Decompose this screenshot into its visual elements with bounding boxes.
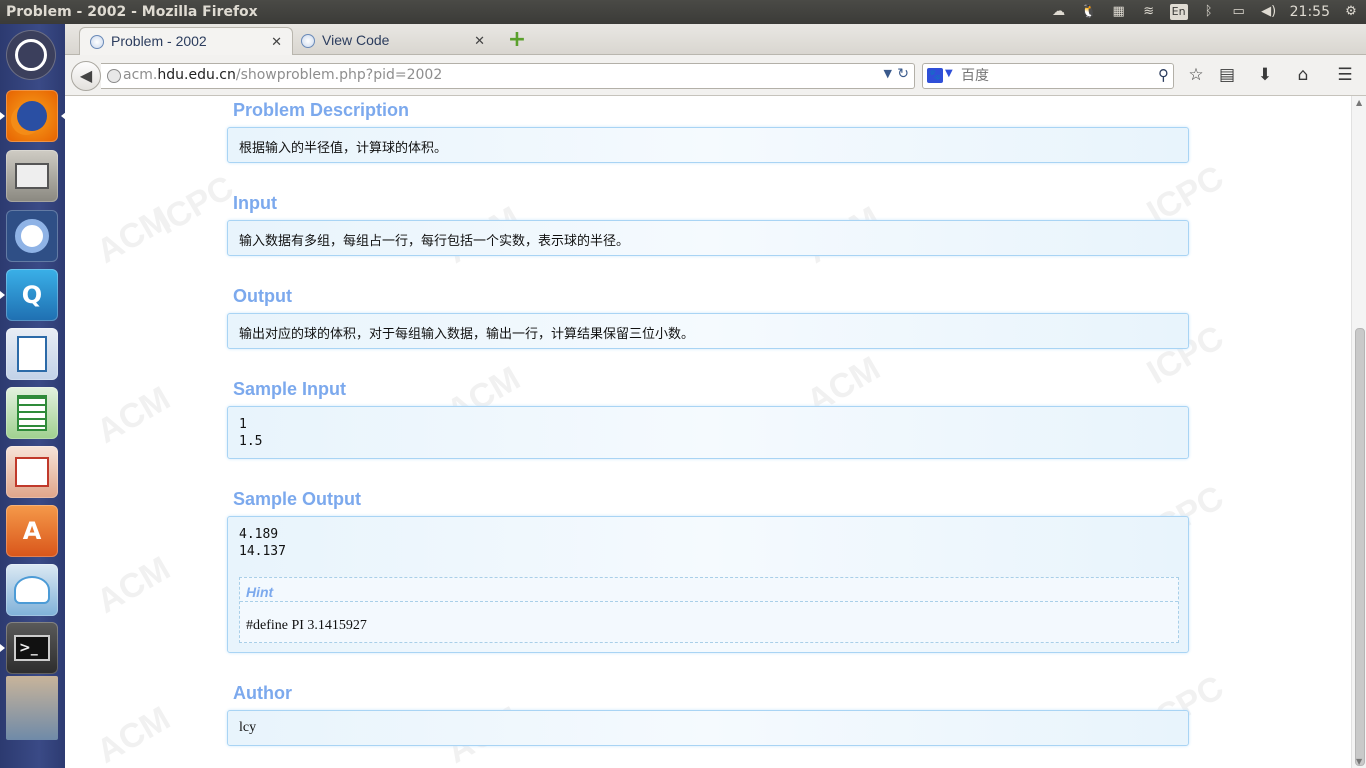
clock[interactable]: 21:55 [1290, 0, 1330, 24]
menu-icon[interactable]: ☰ [1334, 64, 1356, 86]
section-title-output: Output [233, 286, 292, 306]
description-text: 根据输入的半径值，计算球的体积。 [239, 141, 448, 156]
new-tab-icon[interactable]: + [507, 29, 527, 51]
cloud-icon[interactable]: ☁ [1050, 4, 1068, 20]
sample-output-panel: 4.189 14.137 Hint #define PI 3.1415927 [227, 516, 1189, 653]
output-text: 输出对应的球的体积，对于每组输入数据，输出一行，计算结果保留三位小数。 [239, 327, 695, 342]
window-title: Problem - 2002 - Mozilla Firefox [6, 4, 258, 20]
software-center-icon[interactable]: A [6, 505, 58, 557]
section-title-input: Input [233, 193, 277, 213]
bookmarks-menu-icon[interactable]: ▤ [1216, 64, 1238, 86]
hint-title: Hint [246, 584, 274, 600]
section-title-sample-input: Sample Input [233, 379, 347, 399]
page-scrollbar[interactable]: ▲ ▼ [1351, 96, 1366, 768]
impress-icon[interactable] [6, 446, 58, 498]
chromium-icon[interactable] [6, 210, 58, 262]
battery-icon[interactable]: ▭ [1230, 4, 1248, 20]
url-bar[interactable]: acm.hdu.edu.cn/showproblem.php?pid=2002 … [101, 63, 915, 89]
update-manager-icon[interactable] [6, 564, 58, 616]
sample-input-text: 1 1.5 [239, 417, 263, 449]
globe-icon [107, 69, 121, 83]
section-title-sample-output: Sample Output [233, 489, 362, 509]
watermark: ACM [90, 379, 177, 451]
url-path: /showproblem.php?pid=2002 [235, 67, 443, 83]
tab-label: View Code [322, 32, 390, 48]
bookmark-star-icon[interactable]: ☆ [1185, 64, 1207, 86]
hint-box: Hint #define PI 3.1415927 [239, 577, 1179, 643]
watermark: ACM [90, 199, 177, 271]
reload-icon[interactable]: ↻ [897, 66, 909, 82]
keyboard-grid-icon[interactable]: ▦ [1110, 4, 1128, 20]
gear-icon[interactable]: ⚙ [1342, 4, 1360, 20]
tab-view-code[interactable]: View Code ✕ [291, 27, 495, 54]
history-dropdown-icon[interactable]: ▼ [884, 67, 892, 80]
sample-output-text: 4.189 14.137 [239, 527, 286, 559]
hint-text: #define PI 3.1415927 [246, 618, 367, 633]
hint-divider [240, 601, 1178, 602]
search-bar[interactable]: 🐾 ▼ ⚲ [922, 63, 1174, 89]
back-button[interactable]: ◀ [71, 61, 101, 91]
firefox-icon[interactable] [0, 90, 66, 142]
sample-input-panel: 1 1.5 [227, 406, 1189, 459]
home-icon[interactable]: ⌂ [1292, 64, 1314, 86]
workspace-switcher-icon[interactable] [6, 676, 58, 740]
baidu-engine-icon[interactable]: 🐾 [927, 68, 943, 83]
qq-icon[interactable]: Q [0, 269, 58, 321]
close-tab-icon[interactable]: ✕ [474, 27, 485, 54]
favicon-icon [90, 35, 104, 49]
search-icon[interactable]: ⚲ [1158, 66, 1169, 84]
author-text: lcy [239, 720, 257, 735]
terminal-icon[interactable]: >_ [0, 622, 58, 674]
writer-icon[interactable] [6, 328, 58, 380]
scroll-down-icon[interactable]: ▼ [1356, 757, 1362, 766]
system-tray: ☁ 🐧 ▦ ≋ En ᛒ ▭ ◀) 21:55 ⚙ [1050, 0, 1360, 24]
url-host: hdu.edu.cn [157, 67, 236, 83]
navigation-bar: ◀ acm.hdu.edu.cn/showproblem.php?pid=200… [65, 55, 1366, 96]
launcher: Q A >_ [0, 24, 66, 768]
tab-label: Problem - 2002 [111, 33, 207, 49]
section-title-author: Author [233, 683, 292, 703]
output-panel: 输出对应的球的体积，对于每组输入数据，输出一行，计算结果保留三位小数。 [227, 313, 1189, 349]
bluetooth-icon[interactable]: ᛒ [1200, 4, 1218, 20]
volume-icon[interactable]: ◀) [1260, 4, 1278, 20]
tab-bar: Problem - 2002 ✕ View Code ✕ + [65, 24, 1366, 55]
qq-tray-icon[interactable]: 🐧 [1080, 4, 1098, 20]
favicon-icon [301, 34, 315, 48]
search-input[interactable] [959, 64, 1143, 88]
url-prefix: acm. [123, 67, 158, 83]
input-text: 输入数据有多组，每组占一行，每行包括一个实数，表示球的半径。 [239, 234, 630, 249]
ubuntu-dash-icon[interactable] [6, 30, 56, 80]
url-text[interactable]: acm.hdu.edu.cn/showproblem.php?pid=2002 [123, 67, 442, 83]
close-tab-icon[interactable]: ✕ [271, 28, 282, 55]
page-viewport: ACM ICPC ACM ACM ICPC ACM ACM ACM ICPC A… [65, 96, 1351, 768]
wifi-icon[interactable]: ≋ [1140, 4, 1158, 20]
watermark: ACM [90, 699, 177, 768]
input-panel: 输入数据有多组，每组占一行，每行包括一个实数，表示球的半径。 [227, 220, 1189, 256]
top-panel: Problem - 2002 - Mozilla Firefox ☁ 🐧 ▦ ≋… [0, 0, 1366, 24]
calc-icon[interactable] [6, 387, 58, 439]
tab-problem-2002[interactable]: Problem - 2002 ✕ [79, 27, 293, 55]
scrollbar-thumb[interactable] [1355, 328, 1365, 766]
author-panel: lcy [227, 710, 1189, 746]
engine-dropdown-icon[interactable]: ▼ [945, 68, 953, 79]
downloads-icon[interactable]: ⬇ [1254, 64, 1276, 86]
section-title-description: Problem Description [233, 100, 410, 120]
scroll-up-icon[interactable]: ▲ [1356, 98, 1362, 107]
keyboard-layout-indicator[interactable]: En [1169, 4, 1188, 20]
files-icon[interactable] [6, 150, 58, 202]
description-panel: 根据输入的半径值，计算球的体积。 [227, 127, 1189, 163]
watermark: ACM [90, 549, 177, 621]
